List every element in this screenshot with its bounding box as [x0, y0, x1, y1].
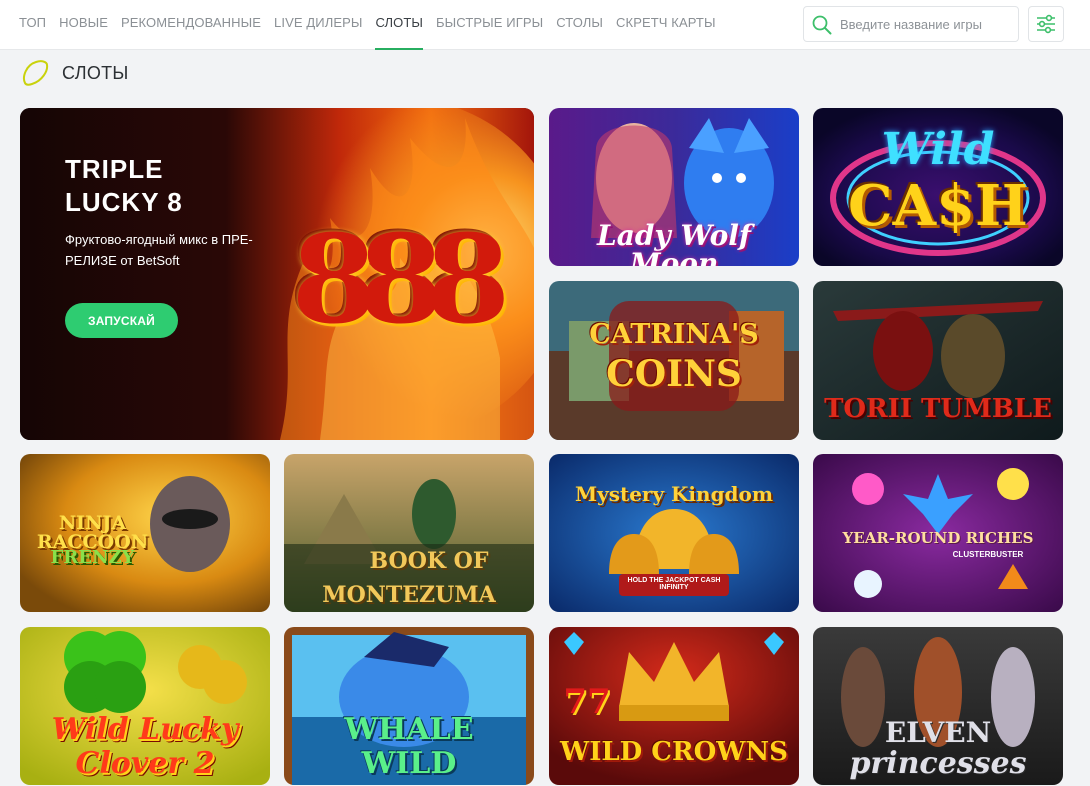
game-tile-elven-princesses[interactable]: ELVEN princesses — [813, 627, 1063, 785]
game-title-line2: princesses — [849, 746, 1027, 781]
game-tile-ninja-raccoon-frenzy[interactable]: NINJA RACCOON FRENZY — [20, 454, 270, 612]
game-subtitle: HOLD THE JACKPOT CASH INFINITY — [627, 577, 721, 591]
game-title-line2: COINS — [606, 353, 742, 395]
game-title-line1: Wild Lucky — [51, 712, 239, 747]
game-title-line1: WHALE — [344, 712, 474, 747]
game-title-line2: WILD — [361, 746, 457, 781]
tab-slots[interactable]: СЛОТЫ — [375, 0, 423, 50]
game-title-line2: CA$H — [848, 173, 1028, 239]
game-tile-mystery-kingdom[interactable]: Mystery Kingdom HOLD THE JACKPOT CASH IN… — [549, 454, 799, 612]
game-title: YEAR-ROUND RICHES — [842, 529, 1034, 547]
game-tile-whale-wild[interactable]: WHALE WILD — [284, 627, 534, 785]
launch-button[interactable]: ЗАПУСКАЙ — [65, 303, 178, 338]
tab-top[interactable]: ТОП — [19, 0, 46, 50]
game-title: TORII TUMBLE — [824, 394, 1052, 424]
game-title-line1: ELVEN — [884, 716, 992, 749]
game-title-line1: CATRINA'S — [589, 319, 759, 350]
hero-description: Фруктово-ягодный микс в ПРЕ-РЕЛИЗЕ от Be… — [65, 232, 253, 268]
search-icon — [812, 15, 832, 35]
game-tile-catrinas-coins[interactable]: CATRINA'S COINS — [549, 281, 799, 440]
hero-title-line2: LUCKY 8 — [65, 187, 183, 217]
game-title-line2: Clover 2 — [75, 746, 215, 781]
game-tile-year-round-riches[interactable]: YEAR-ROUND RICHES CLUSTERBUSTER — [813, 454, 1063, 612]
game-title: Mystery Kingdom — [574, 482, 774, 506]
section-title: СЛОТЫ — [62, 62, 129, 83]
game-subtitle: CLUSTERBUSTER — [952, 550, 1024, 559]
game-title: Lady Wolf Moon — [597, 219, 751, 267]
game-title-line2: MONTEZUMA — [322, 582, 496, 608]
filter-sliders-icon — [1037, 14, 1055, 34]
tab-live-dealers[interactable]: LIVE ДИЛЕРЫ — [274, 0, 362, 50]
game-tile-torii-tumble[interactable]: TORII TUMBLE — [813, 281, 1063, 440]
game-title-line1: Wild — [881, 124, 995, 175]
game-title-line2: FRENZY — [50, 547, 135, 568]
filter-button[interactable] — [1028, 6, 1064, 42]
game-tile-wild-cash[interactable]: Wild CA$H — [813, 108, 1063, 266]
tab-tables[interactable]: СТОЛЫ — [556, 0, 603, 50]
tab-new[interactable]: НОВЫЕ — [59, 0, 108, 50]
tab-fast-games[interactable]: БЫСТРЫЕ ИГРЫ — [436, 0, 543, 50]
game-tile-lady-wolf-moon[interactable]: Lady Wolf Moon — [549, 108, 799, 266]
tab-recommended[interactable]: РЕКОМЕНДОВАННЫЕ — [121, 0, 261, 50]
top-bar: ТОП НОВЫЕ РЕКОМЕНДОВАННЫЕ LIVE ДИЛЕРЫ СЛ… — [0, 0, 1090, 50]
game-title-line1: BOOK OF — [369, 548, 489, 574]
search-box — [803, 6, 1019, 42]
game-tile-wild-lucky-clover-2[interactable]: Wild Lucky Clover 2 — [20, 627, 270, 785]
hero-title-line1: TRIPLE — [65, 154, 164, 184]
category-nav: ТОП НОВЫЕ РЕКОМЕНДОВАННЫЕ LIVE ДИЛЕРЫ СЛ… — [19, 0, 729, 50]
search-input[interactable] — [840, 7, 1014, 41]
section-header: СЛОТЫ — [20, 59, 129, 87]
hero-text: TRIPLE LUCKY 8 Фруктово-ягодный микс в П… — [65, 153, 285, 271]
hero-art-text: 888 — [291, 207, 511, 351]
game-tile-book-of-montezuma[interactable]: BOOK OF MONTEZUMA — [284, 454, 534, 612]
lemon-icon — [23, 60, 49, 86]
hero-banner[interactable]: 888 TRIPLE LUCKY 8 Фруктово-ягодный микс… — [20, 108, 534, 440]
game-title: WILD CROWNS — [560, 737, 788, 767]
tab-scratch-cards[interactable]: СКРЕТЧ КАРТЫ — [616, 0, 716, 50]
game-tile-wild-crowns[interactable]: 77 WILD CROWNS — [549, 627, 799, 785]
game-badge: 77 — [563, 682, 611, 722]
